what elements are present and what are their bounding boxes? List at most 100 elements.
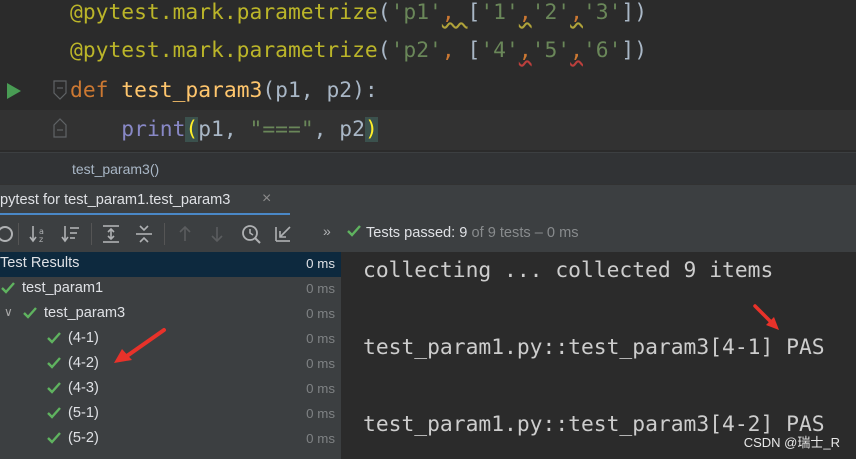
test-results-tree[interactable]: Test Results 0 ms test_param1 0 ms ∨ test_par… (0, 252, 341, 459)
tree-row[interactable]: (4-2) 0 ms (0, 352, 341, 377)
status-total: of 9 tests – 0 ms (471, 225, 579, 241)
status-label: Tests passed: (366, 225, 456, 241)
value: '6' (582, 38, 622, 63)
tree-row[interactable]: Test Results 0 ms (0, 252, 341, 277)
code-line-1: @pytest.mark.parametrize('p1', ['1','2',… (70, 0, 647, 33)
check-icon (47, 332, 61, 344)
check-icon (1, 282, 15, 294)
tree-row-label: (4-2) (68, 355, 99, 371)
string-literal: "===" (249, 117, 314, 142)
keyword: def (70, 78, 109, 103)
toolbar-separator (18, 223, 19, 245)
paren: ( (377, 38, 391, 63)
test-runner-toolbar: a z » Tests passed: 9 of 9 tests – 0 ms (0, 215, 856, 253)
tree-row-label: (4-3) (68, 380, 99, 396)
comma: , (570, 38, 583, 63)
value: '3' (582, 0, 622, 25)
run-tab[interactable]: pytest for test_param1.test_param3 × (0, 185, 290, 216)
run-gutter-icon[interactable] (6, 82, 22, 100)
export-icon[interactable] (272, 223, 294, 245)
argument: , p2 (313, 117, 365, 142)
expand-all-icon[interactable] (100, 223, 122, 245)
param-name: 'p1' (390, 0, 442, 25)
tree-row[interactable]: (4-3) 0 ms (0, 377, 341, 402)
tree-row-label: (4-1) (68, 330, 99, 346)
decorator: @pytest.mark.parametrize (70, 0, 378, 25)
red-arrow-icon (114, 328, 166, 363)
tree-row[interactable]: (5-2) 0 ms (0, 427, 341, 452)
check-icon (47, 382, 61, 394)
console-line: collecting ... collected 9 items (363, 258, 774, 283)
tree-row-label: (5-2) (68, 430, 99, 446)
paren: ) (364, 117, 378, 142)
code-line-4: print(p1, "===", p2) (70, 110, 378, 150)
signature: (p1, p2): (262, 78, 378, 103)
fold-icon[interactable] (53, 80, 67, 100)
tree-row-label: Test Results (0, 255, 80, 271)
check-icon (47, 432, 61, 444)
toolbar-separator (164, 223, 165, 245)
breadcrumb-item[interactable]: test_param3() (72, 161, 159, 177)
run-tab-label[interactable]: pytest for test_param1.test_param3 (0, 192, 230, 208)
sort-duration-icon[interactable] (60, 223, 82, 245)
bracket: [ (467, 0, 481, 25)
red-arrow-icon (753, 304, 779, 330)
value: '5' (531, 38, 571, 63)
tree-row[interactable]: (5-1) 0 ms (0, 402, 341, 427)
bracket: ]) (621, 0, 648, 25)
comma: , (518, 0, 532, 25)
tree-row-duration: 0 ms (306, 331, 335, 346)
collapse-all-icon[interactable] (133, 223, 155, 245)
builtin-call: print (121, 117, 186, 142)
tree-row-duration: 0 ms (306, 306, 335, 321)
bracket: ]) (621, 38, 648, 63)
comma: , (441, 38, 468, 63)
tree-row-duration: 0 ms (306, 406, 335, 421)
fold-end-icon[interactable] (53, 118, 67, 138)
check-icon (47, 407, 61, 419)
argument: p1, (198, 117, 250, 142)
function-name: test_param3 (121, 78, 263, 103)
passed-count: 9 (459, 225, 468, 241)
history-icon[interactable] (240, 223, 262, 245)
comma: , (441, 0, 468, 25)
tree-row-label: test_param1 (22, 280, 104, 296)
prev-fail-icon[interactable] (174, 223, 196, 245)
tree-row[interactable]: (4-1) 0 ms (0, 327, 341, 352)
tree-row-duration: 0 ms (306, 256, 335, 271)
decorator: @pytest.mark.parametrize (70, 38, 378, 63)
value: '4' (480, 38, 519, 63)
sort-alpha-icon[interactable]: a z (28, 223, 50, 245)
comma: , (570, 0, 583, 25)
check-icon (23, 307, 37, 319)
tree-row-label: test_param3 (44, 305, 126, 321)
tree-row-duration: 0 ms (306, 356, 335, 371)
toolbar-separator (91, 223, 92, 245)
close-icon[interactable]: × (262, 190, 271, 208)
tree-row[interactable]: ∨ test_param3 0 ms (0, 302, 341, 327)
test-status: Tests passed: 9 of 9 tests – 0 ms (346, 224, 579, 241)
paren: ( (377, 0, 391, 25)
next-fail-icon[interactable] (206, 223, 228, 245)
bracket: [ (467, 38, 481, 63)
tree-row-label: (5-1) (68, 405, 99, 421)
value: '1' (480, 0, 519, 25)
paren: ( (185, 117, 199, 142)
param-name: 'p2' (390, 38, 442, 63)
code-editor[interactable]: @pytest.mark.parametrize('p1', ['1','2',… (0, 0, 856, 152)
svg-text:z: z (39, 235, 43, 244)
more-toolbar-icon[interactable]: » (323, 223, 331, 239)
tree-row[interactable]: test_param1 0 ms (0, 277, 341, 302)
console-output[interactable]: collecting ... collected 9 items test_par… (343, 252, 856, 459)
breadcrumb[interactable]: test_param3() (0, 152, 856, 185)
expand-toggle-icon[interactable]: ∨ (4, 305, 13, 319)
code-line-3: def test_param3(p1, p2): (70, 71, 378, 111)
console-line: test_param1.py::test_param3[4-1] PAS (363, 335, 825, 360)
comma: , (518, 38, 532, 63)
rerun-icon[interactable] (0, 223, 16, 245)
run-tab-bar: pytest for test_param1.test_param3 × (0, 184, 856, 216)
check-icon (47, 357, 61, 369)
value: '2' (531, 0, 571, 25)
tree-row-duration: 0 ms (306, 281, 335, 296)
